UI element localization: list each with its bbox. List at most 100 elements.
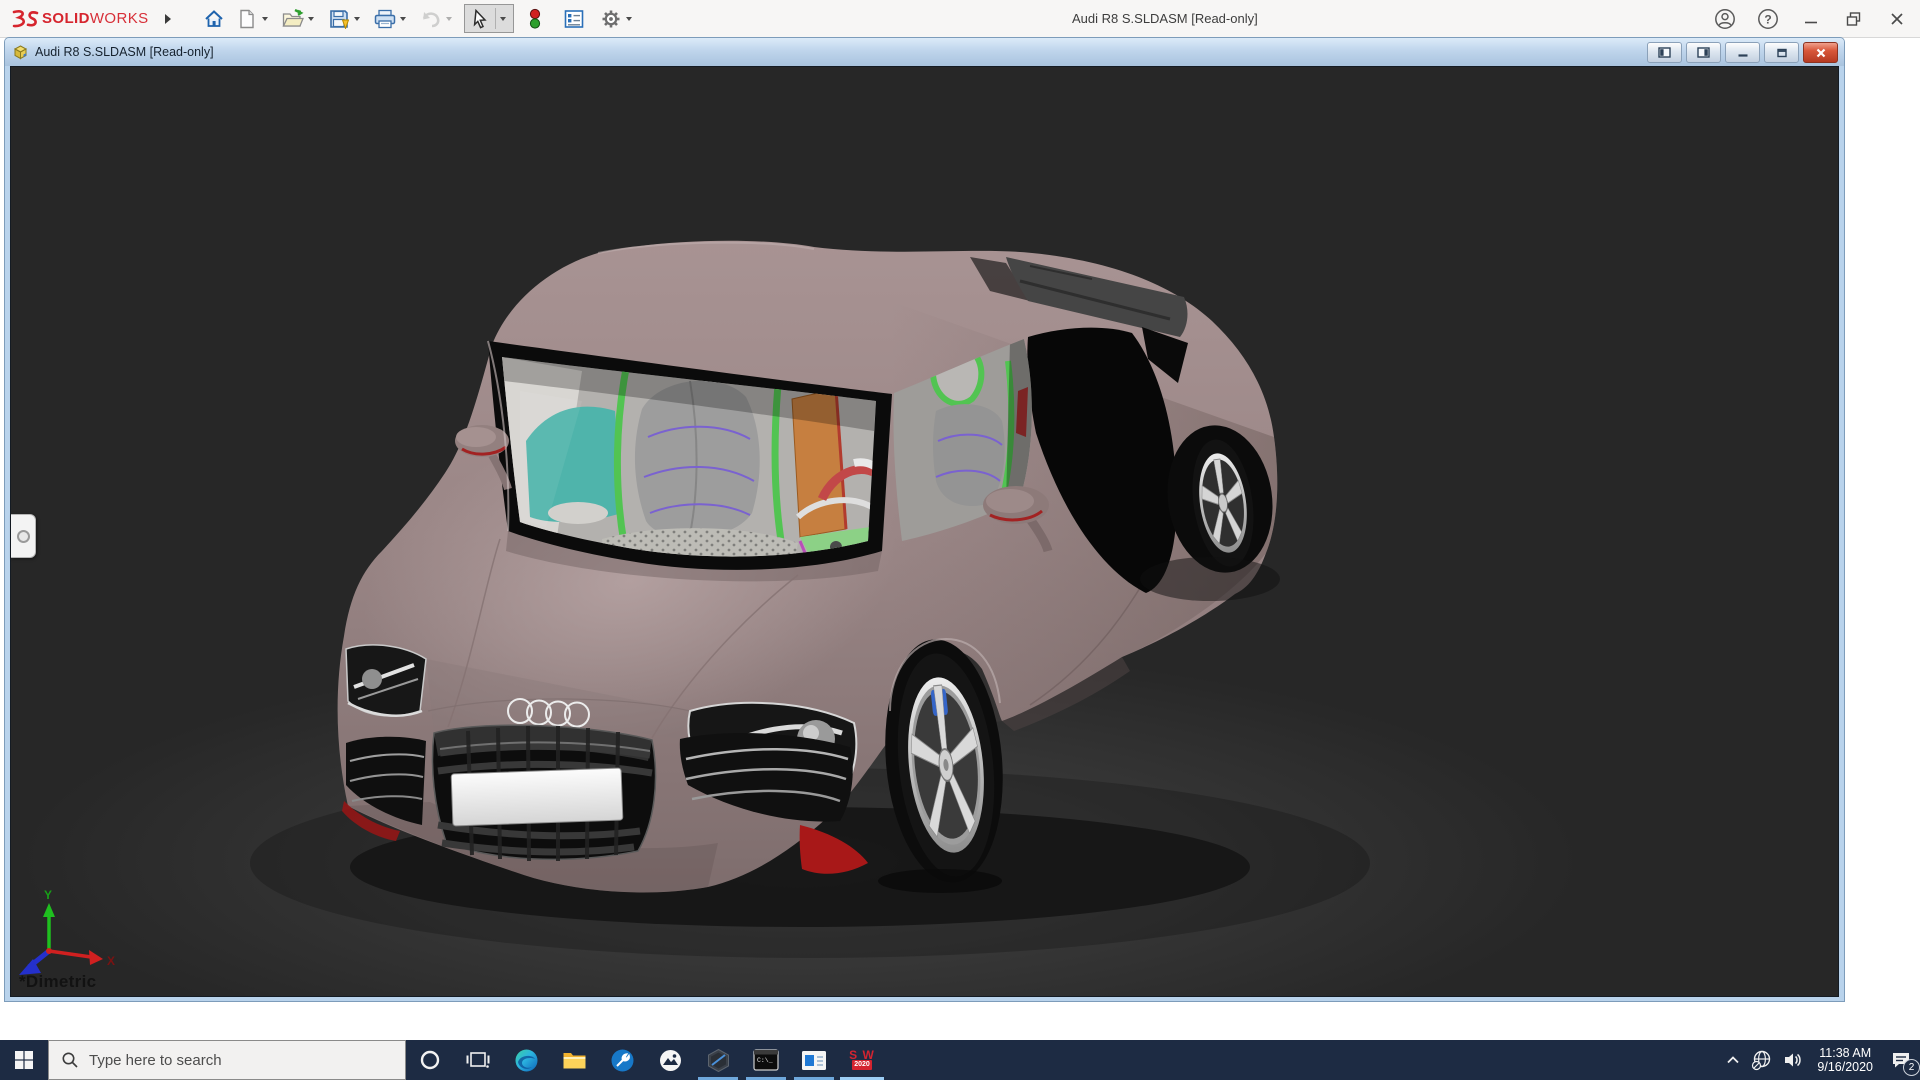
document-title: Audi R8 S.SLDASM [Read-only] bbox=[35, 45, 214, 59]
brand-text: SOLIDWORKS bbox=[42, 10, 149, 27]
taskbar-item-composer[interactable] bbox=[694, 1040, 742, 1080]
view-orientation-label: *Dimetric bbox=[19, 972, 96, 992]
solidworks-taskbar-icon: S W 2020 bbox=[849, 1050, 875, 1070]
restore-button[interactable] bbox=[1841, 5, 1867, 33]
settings-dropdown[interactable] bbox=[626, 17, 632, 21]
report-button[interactable] bbox=[561, 5, 587, 33]
select-tool-dropdown[interactable] bbox=[500, 17, 506, 21]
account-button[interactable] bbox=[1712, 5, 1738, 33]
graphics-viewport[interactable]: Y X *Dimetric bbox=[10, 66, 1839, 997]
notification-count-badge: 2 bbox=[1903, 1059, 1920, 1076]
clock-time: 11:38 AM bbox=[1817, 1046, 1873, 1060]
volume-icon[interactable] bbox=[1782, 1049, 1804, 1071]
select-tool-button[interactable] bbox=[467, 5, 493, 33]
taskbar-clock[interactable]: 11:38 AM 9/16/2020 bbox=[1817, 1046, 1873, 1074]
close-button[interactable] bbox=[1884, 5, 1910, 33]
open-dropdown[interactable] bbox=[308, 17, 314, 21]
interference-check-button[interactable] bbox=[522, 5, 548, 33]
select-tool-group bbox=[464, 4, 514, 33]
traffic-light-icon bbox=[528, 8, 542, 30]
menu-flyout-arrow-icon[interactable] bbox=[165, 14, 171, 24]
new-document-button[interactable] bbox=[234, 5, 260, 33]
undo-dropdown[interactable] bbox=[446, 17, 452, 21]
3d-viewport-canvas[interactable]: Y X bbox=[11, 67, 1838, 996]
help-button[interactable]: ? bbox=[1755, 5, 1781, 33]
taskbar-item-command-prompt[interactable]: C:\_ bbox=[742, 1040, 790, 1080]
cortana-icon bbox=[419, 1049, 441, 1071]
front-grille bbox=[433, 725, 656, 861]
start-button[interactable] bbox=[0, 1040, 48, 1080]
print-icon bbox=[374, 9, 396, 29]
taskbar-item-cortana[interactable] bbox=[406, 1040, 454, 1080]
separator bbox=[495, 8, 496, 29]
doc-restore-icon bbox=[1776, 48, 1788, 58]
undo-button[interactable] bbox=[418, 5, 444, 33]
wrench-circle-icon bbox=[610, 1048, 635, 1073]
tray-chevron-icon[interactable] bbox=[1724, 1053, 1742, 1067]
doc-close-icon bbox=[1815, 48, 1827, 58]
gear-icon bbox=[601, 9, 621, 29]
pane-left-icon bbox=[1658, 47, 1671, 58]
taskbar-item-media-app[interactable] bbox=[790, 1040, 838, 1080]
account-icon bbox=[1714, 8, 1736, 30]
command-prompt-icon: C:\_ bbox=[753, 1049, 779, 1071]
taskbar-item-file-explorer[interactable] bbox=[550, 1040, 598, 1080]
edge-icon bbox=[514, 1048, 539, 1073]
sw-year: 2020 bbox=[852, 1060, 872, 1070]
taskbar-search[interactable]: Type here to search bbox=[48, 1040, 406, 1080]
minimize-icon bbox=[1803, 11, 1819, 27]
doc-restore-button[interactable] bbox=[1764, 42, 1799, 63]
brand-bold: SOLID bbox=[42, 10, 90, 27]
taskbar-item-photos[interactable] bbox=[646, 1040, 694, 1080]
assembly-document-icon bbox=[12, 44, 29, 60]
action-center-button[interactable]: 2 bbox=[1890, 1049, 1912, 1071]
doc-minimize-button[interactable] bbox=[1725, 42, 1760, 63]
help-icon: ? bbox=[1757, 8, 1779, 30]
select-arrow-icon bbox=[471, 9, 489, 29]
media-app-icon bbox=[801, 1050, 827, 1071]
open-folder-icon bbox=[282, 9, 304, 29]
pane-right-button[interactable] bbox=[1686, 42, 1721, 63]
help-glyph: ? bbox=[1764, 12, 1771, 26]
license-plate bbox=[451, 768, 623, 826]
cmd-text: C:\_ bbox=[757, 1057, 773, 1064]
taskbar-item-tools[interactable] bbox=[598, 1040, 646, 1080]
pane-left-button[interactable] bbox=[1647, 42, 1682, 63]
task-view-icon bbox=[466, 1048, 490, 1072]
clock-date: 9/16/2020 bbox=[1817, 1060, 1873, 1074]
app-titlebar: SOLIDWORKS bbox=[0, 0, 1920, 38]
sw-letters: S W bbox=[849, 1050, 875, 1060]
feature-pane-collapse-tab[interactable] bbox=[11, 514, 36, 558]
search-icon bbox=[61, 1051, 79, 1069]
print-dropdown[interactable] bbox=[400, 17, 406, 21]
open-button[interactable] bbox=[280, 5, 306, 33]
taskbar-item-solidworks[interactable]: S W 2020 bbox=[838, 1040, 886, 1080]
home-icon bbox=[204, 9, 224, 29]
print-button[interactable] bbox=[372, 5, 398, 33]
taskbar-item-edge[interactable] bbox=[502, 1040, 550, 1080]
home-button[interactable] bbox=[201, 5, 227, 33]
close-icon bbox=[1889, 11, 1905, 27]
save-button[interactable] bbox=[326, 5, 352, 33]
solidworks-logo-icon bbox=[10, 9, 40, 29]
save-icon bbox=[329, 9, 349, 29]
network-globe-icon[interactable] bbox=[1751, 1049, 1773, 1071]
taskbar-item-task-view[interactable] bbox=[454, 1040, 502, 1080]
search-placeholder: Type here to search bbox=[89, 1052, 222, 1069]
document-titlebar[interactable]: Audi R8 S.SLDASM [Read-only] bbox=[5, 38, 1844, 66]
file-explorer-icon bbox=[562, 1049, 587, 1071]
windows-taskbar: Type here to search bbox=[0, 1040, 1920, 1080]
collapse-tab-handle-icon bbox=[17, 530, 30, 543]
solidworks-logo[interactable]: SOLIDWORKS bbox=[10, 9, 149, 29]
minimize-button[interactable] bbox=[1798, 5, 1824, 33]
document-window-controls bbox=[1647, 42, 1838, 63]
triad-y-label: Y bbox=[44, 888, 52, 902]
brand-light: WORKS bbox=[90, 10, 149, 27]
appbar-right-controls: ? bbox=[1712, 0, 1910, 37]
undo-icon bbox=[420, 9, 442, 29]
settings-button[interactable] bbox=[598, 5, 624, 33]
hexagon-app-icon bbox=[706, 1048, 731, 1073]
doc-close-button[interactable] bbox=[1803, 42, 1838, 63]
new-document-dropdown[interactable] bbox=[262, 17, 268, 21]
save-dropdown[interactable] bbox=[354, 17, 360, 21]
